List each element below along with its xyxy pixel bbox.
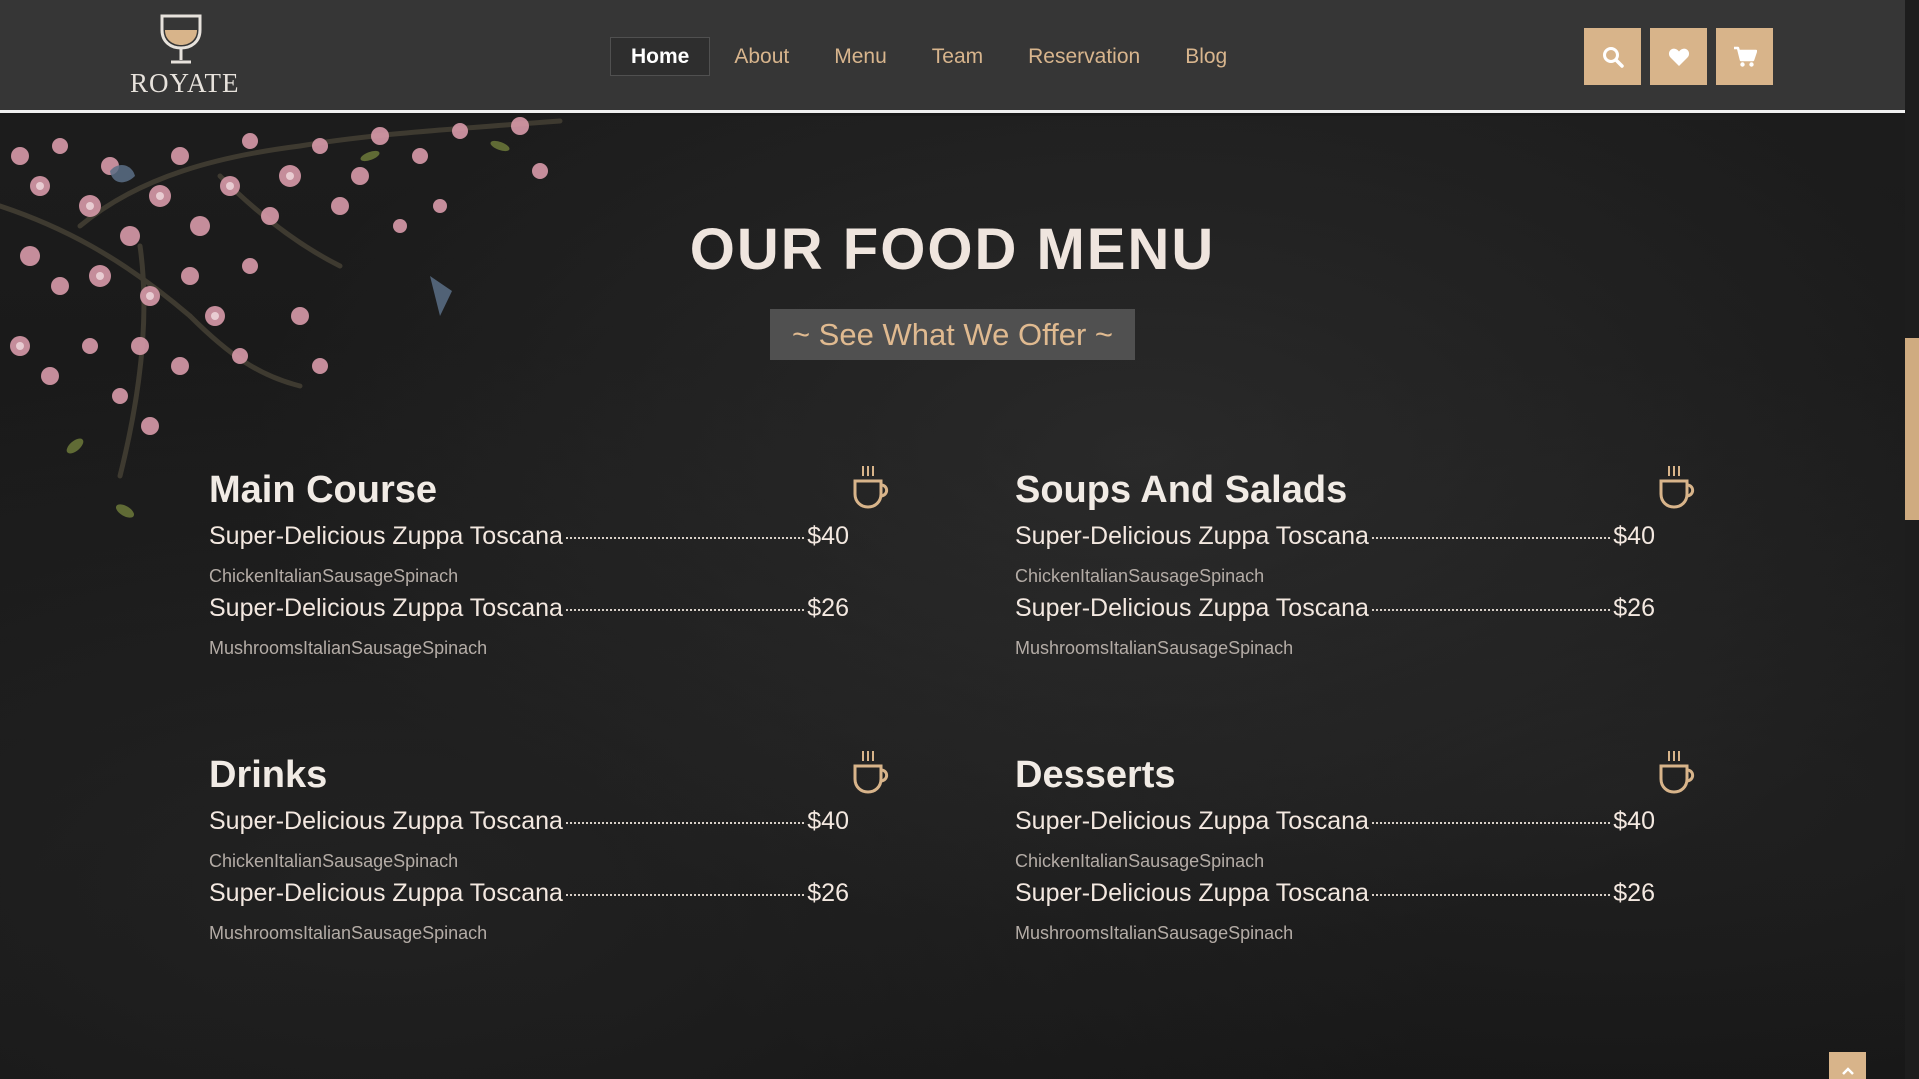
item-description: MushroomsItalianSausageSpinach	[209, 638, 488, 658]
item-price: $26	[1613, 879, 1655, 907]
item-name: Super-Delicious Zuppa Toscana	[1015, 522, 1369, 550]
nav-item-team[interactable]: Team	[911, 37, 1004, 76]
item-name: Super-Delicious Zuppa Toscana	[209, 879, 563, 907]
page-title: OUR FOOD MENU	[689, 217, 1216, 282]
item-description: ChickenItalianSausageSpinach	[1015, 566, 1265, 586]
dotted-leader	[565, 609, 805, 611]
menu-category-drinks: Drinks Super-Delicious Zuppa Toscana $40…	[209, 749, 889, 945]
item-price: $26	[807, 879, 849, 907]
category-title: Drinks	[209, 754, 328, 796]
heart-icon	[1668, 48, 1689, 66]
nav-item-about[interactable]: About	[713, 37, 810, 76]
cart-button[interactable]	[1716, 28, 1773, 85]
item-price: $26	[807, 594, 849, 622]
brand-logo[interactable]: ROYATE	[130, 12, 240, 102]
scroll-to-top-button[interactable]	[1829, 1052, 1866, 1079]
dotted-leader	[565, 537, 805, 539]
coffee-cup-icon	[853, 466, 889, 509]
scrollbar-thumb[interactable]	[1905, 338, 1919, 520]
page-scrollbar[interactable]	[1905, 0, 1919, 1079]
coffee-cup-icon	[853, 751, 889, 794]
item-name: Super-Delicious Zuppa Toscana	[209, 807, 563, 835]
brand-name: ROYATE	[130, 68, 240, 98]
item-price: $40	[1613, 522, 1655, 550]
nav-item-menu[interactable]: Menu	[813, 37, 908, 76]
menu-item: Super-Delicious Zuppa Toscana $26 Mushro…	[209, 594, 849, 660]
coffee-cup-icon	[1659, 751, 1695, 794]
item-description: ChickenItalianSausageSpinach	[1015, 851, 1265, 871]
menu-item: Super-Delicious Zuppa Toscana $40 Chicke…	[209, 807, 849, 873]
dotted-leader	[1371, 609, 1611, 611]
nav-item-blog[interactable]: Blog	[1164, 37, 1248, 76]
item-description: ChickenItalianSausageSpinach	[209, 566, 459, 586]
food-menu-section: OUR FOOD MENU ~ See What We Offer ~ Main…	[0, 116, 1905, 1079]
dotted-leader	[1371, 894, 1611, 896]
menu-item: Super-Delicious Zuppa Toscana $26 Mushro…	[1015, 879, 1655, 945]
menu-category-main-course: Main Course Super-Delicious Zuppa Toscan…	[209, 464, 889, 660]
item-name: Super-Delicious Zuppa Toscana	[1015, 807, 1369, 835]
cart-icon	[1733, 46, 1757, 67]
menu-category-soups-and-salads: Soups And Salads Super-Delicious Zuppa T…	[1015, 464, 1695, 660]
section-subtitle: ~ See What We Offer ~	[770, 309, 1135, 360]
coffee-cup-icon	[1659, 466, 1695, 509]
item-price: $26	[1613, 594, 1655, 622]
menu-item: Super-Delicious Zuppa Toscana $26 Mushro…	[209, 879, 849, 945]
item-name: Super-Delicious Zuppa Toscana	[209, 522, 563, 550]
item-description: ChickenItalianSausageSpinach	[209, 851, 459, 871]
header-actions	[1584, 28, 1773, 85]
search-icon	[1602, 46, 1624, 68]
main-nav: Home About Menu Team Reservation Blog	[610, 37, 1248, 77]
nav-item-home[interactable]: Home	[610, 37, 711, 76]
menu-item: Super-Delicious Zuppa Toscana $40 Chicke…	[1015, 522, 1655, 588]
site-header: ROYATE Home About Menu Team Reservation …	[0, 0, 1905, 113]
item-price: $40	[1613, 807, 1655, 835]
dotted-leader	[565, 822, 805, 824]
item-description: MushroomsItalianSausageSpinach	[1015, 923, 1294, 943]
menu-item: Super-Delicious Zuppa Toscana $40 Chicke…	[209, 522, 849, 588]
item-price: $40	[807, 807, 849, 835]
category-title: Soups And Salads	[1015, 469, 1348, 511]
item-name: Super-Delicious Zuppa Toscana	[1015, 879, 1369, 907]
dotted-leader	[565, 894, 805, 896]
menu-item: Super-Delicious Zuppa Toscana $26 Mushro…	[1015, 594, 1655, 660]
item-name: Super-Delicious Zuppa Toscana	[1015, 594, 1369, 622]
category-title: Desserts	[1015, 754, 1176, 796]
category-title: Main Course	[209, 469, 438, 511]
chevron-up-icon	[1841, 1066, 1854, 1075]
item-price: $40	[807, 522, 849, 550]
nav-item-reservation[interactable]: Reservation	[1007, 37, 1161, 76]
wishlist-button[interactable]	[1650, 28, 1707, 85]
item-description: MushroomsItalianSausageSpinach	[1015, 638, 1294, 658]
dotted-leader	[1371, 537, 1611, 539]
item-name: Super-Delicious Zuppa Toscana	[209, 594, 563, 622]
item-description: MushroomsItalianSausageSpinach	[209, 923, 488, 943]
dotted-leader	[1371, 822, 1611, 824]
menu-item: Super-Delicious Zuppa Toscana $40 Chicke…	[1015, 807, 1655, 873]
menu-category-desserts: Desserts Super-Delicious Zuppa Toscana $…	[1015, 749, 1695, 945]
wine-glass-icon	[160, 14, 202, 64]
search-button[interactable]	[1584, 28, 1641, 85]
